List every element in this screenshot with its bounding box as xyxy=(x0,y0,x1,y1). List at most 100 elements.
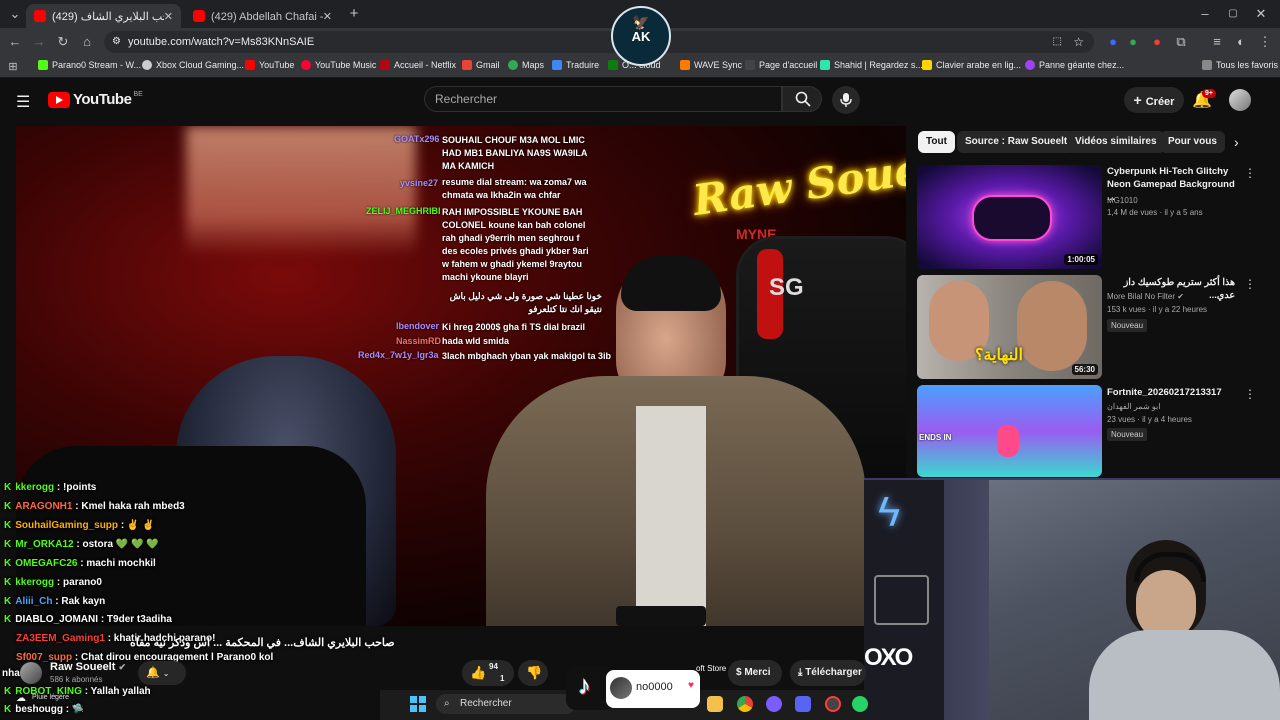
bookmark-item[interactable]: Clavier arabe en lig... xyxy=(922,60,1021,70)
extension-red-icon[interactable]: ● xyxy=(1148,33,1166,51)
bookmark-item[interactable]: WAVE Sync xyxy=(680,60,742,70)
reload-icon[interactable]: ↻ xyxy=(54,33,72,51)
ak-watermark-logo: 🦅 AK xyxy=(611,6,671,66)
chip-similar-videos[interactable]: Vidéos similaires xyxy=(1067,131,1165,153)
video-player[interactable]: Raw Soueelt MYNE SG GOATx296 SOUHAIL CHO… xyxy=(16,126,906,626)
video-duration: 1:00:05 xyxy=(1064,254,1098,265)
subscribed-bell-button[interactable]: 🔔 ⌄ xyxy=(138,661,186,685)
chat-user: Red4x_7w1y_lgr3a xyxy=(358,350,439,360)
bookmark-item[interactable]: Parano0 Stream - W... xyxy=(38,60,141,70)
youtube-logo[interactable]: YouTube BE xyxy=(48,91,143,108)
bookmark-item[interactable]: Page d'accueil xyxy=(745,60,817,70)
chrome-icon[interactable] xyxy=(737,696,753,712)
bookmark-all-favorites[interactable]: Tous les favoris xyxy=(1202,60,1278,70)
overlay-chat-user: SouhailGaming_supp xyxy=(15,520,119,531)
close-tab-icon[interactable]: ✕ xyxy=(323,10,332,23)
bookmark-star-icon[interactable]: ☆ xyxy=(1073,31,1084,53)
recommendation-channel[interactable]: More Bilal No Filter ✔ xyxy=(1107,291,1247,302)
maximize-icon[interactable]: ▢ xyxy=(1224,5,1242,23)
bookmark-item[interactable]: Panne géante chez... xyxy=(1025,60,1124,70)
whatsapp-icon[interactable] xyxy=(852,696,868,712)
overlay-chat-text: : 🛸 xyxy=(65,704,85,715)
new-tab-icon[interactable]: + xyxy=(345,5,363,23)
close-tab-icon[interactable]: ✕ xyxy=(164,10,173,23)
obs-icon[interactable] xyxy=(825,696,841,712)
extension-c-icon[interactable]: ● xyxy=(1104,33,1122,51)
tab-second[interactable]: (429) Abdellah Chafai - العسكر ✕ xyxy=(185,4,340,28)
pc-case: ϟ xyxy=(864,480,944,720)
youtube-favicon-icon xyxy=(193,10,205,22)
back-icon[interactable]: ← xyxy=(6,33,24,51)
taskbar-search[interactable]: ⌕ Rechercher xyxy=(436,694,576,714)
chip-for-you[interactable]: Pour vous xyxy=(1160,131,1225,153)
voice-search-button[interactable] xyxy=(832,86,860,114)
url-field[interactable]: ⚙ youtube.com/watch?v=Ms83KNnSAIE ☆ ⬚ xyxy=(104,31,1094,53)
forward-icon[interactable]: → xyxy=(30,33,48,51)
apps-icon[interactable]: ⊞ xyxy=(4,58,22,76)
hamburger-menu-icon[interactable]: ☰ xyxy=(16,92,30,112)
more-actions-icon[interactable]: ⋮ xyxy=(1244,166,1256,180)
bookmark-item[interactable]: YouTube Music xyxy=(301,60,376,70)
bookmark-item[interactable]: Gmail xyxy=(462,60,500,70)
create-label: Créer xyxy=(1145,96,1175,108)
channel-avatar[interactable] xyxy=(20,662,42,684)
extensions-icon[interactable]: ⧉ xyxy=(1172,33,1190,51)
home-icon[interactable]: ⌂ xyxy=(78,33,96,51)
file-explorer-icon[interactable] xyxy=(707,696,723,712)
tab-current[interactable]: (429) صاحب البلايري الشاف... ✕ xyxy=(26,4,181,28)
like-button[interactable]: 👍 94 1 xyxy=(462,660,514,686)
channel-name[interactable]: Raw Soueelt ✔ xyxy=(50,661,126,673)
chevron-right-icon[interactable]: › xyxy=(1234,134,1239,150)
recommendation-thumbnail[interactable]: 1:00:05 xyxy=(917,165,1102,269)
discord-icon[interactable] xyxy=(795,696,811,712)
more-actions-icon[interactable]: ⋮ xyxy=(1244,277,1256,291)
account-avatar[interactable] xyxy=(1229,89,1251,111)
youtube-header: ☰ YouTube BE Rechercher + Créer 🔔 9+ xyxy=(0,80,1280,120)
recommendation-thumbnail[interactable]: ENDS IN xyxy=(917,385,1102,477)
search-button[interactable] xyxy=(782,86,822,112)
bookmark-item[interactable]: Shahid | Regardez s... xyxy=(820,60,923,70)
bookmark-item[interactable]: Xbox Cloud Gaming... xyxy=(142,60,244,70)
chat-user: NassimRD xyxy=(396,336,442,346)
thanks-button[interactable]: $ Merci xyxy=(728,660,782,686)
menu-icon[interactable]: ⋮ xyxy=(1256,33,1274,51)
bookmark-item[interactable]: Traduire xyxy=(552,60,599,70)
extension-green-icon[interactable]: ● xyxy=(1124,33,1142,51)
recommendation-channel[interactable]: ابو شمر الفهدان xyxy=(1107,401,1247,412)
kick-icon: K xyxy=(4,539,12,550)
windows-start-icon[interactable] xyxy=(410,696,426,712)
bookmark-item[interactable]: Accueil - Netflix xyxy=(380,60,456,70)
chip-tout[interactable]: Tout xyxy=(918,131,955,153)
webcam-overlay: ϟ OXO xyxy=(864,478,1280,720)
site-info-icon[interactable]: ⚙ xyxy=(112,31,121,53)
kick-icon: K xyxy=(4,558,12,569)
notification-count: 9+ xyxy=(1202,89,1216,98)
tiktok-profile-card[interactable]: no0000 ♥ xyxy=(606,670,700,708)
install-icon[interactable]: ⬚ xyxy=(1053,31,1062,53)
bookmark-item[interactable]: Maps xyxy=(508,60,544,70)
bookmark-item[interactable]: YouTube xyxy=(245,60,294,70)
profile-icon[interactable]: ◐ xyxy=(1232,33,1250,51)
app-circle-icon[interactable] xyxy=(766,696,782,712)
recommendation-title[interactable]: Fortnite_20260217213317 xyxy=(1107,386,1237,399)
recommendation-thumbnail[interactable]: النهاية؟ 56:30 xyxy=(917,275,1102,379)
overlay-chat-user: OMEGAFC26 xyxy=(15,558,78,569)
tab-list-icon[interactable]: ⌄ xyxy=(6,5,24,23)
tiktok-icon: ♪ xyxy=(578,670,591,700)
verified-icon: ✔ xyxy=(1177,292,1184,301)
reading-list-icon[interactable]: ≡ xyxy=(1208,33,1226,51)
create-button[interactable]: + Créer xyxy=(1124,87,1184,113)
minimize-icon[interactable]: – xyxy=(1196,5,1214,23)
chevron-down-icon: ⌄ xyxy=(162,669,170,678)
thanks-label: Merci xyxy=(744,667,771,678)
more-actions-icon[interactable]: ⋮ xyxy=(1244,387,1256,401)
dislike-button[interactable]: 👎 xyxy=(518,660,548,686)
search-input[interactable]: Rechercher xyxy=(424,86,782,112)
overlay-chat-user: kkerogg xyxy=(15,577,55,588)
thumbs-down-icon: 👎 xyxy=(526,665,543,680)
download-button[interactable]: ⤓ Télécharger xyxy=(790,660,866,686)
close-window-icon[interactable]: ✕ xyxy=(1252,5,1270,23)
recommendation-channel[interactable]: MG1010 xyxy=(1107,195,1247,206)
chip-source[interactable]: Source : Raw Soueelt xyxy=(957,131,1076,153)
thumbs-up-icon: 👍 xyxy=(470,665,487,680)
